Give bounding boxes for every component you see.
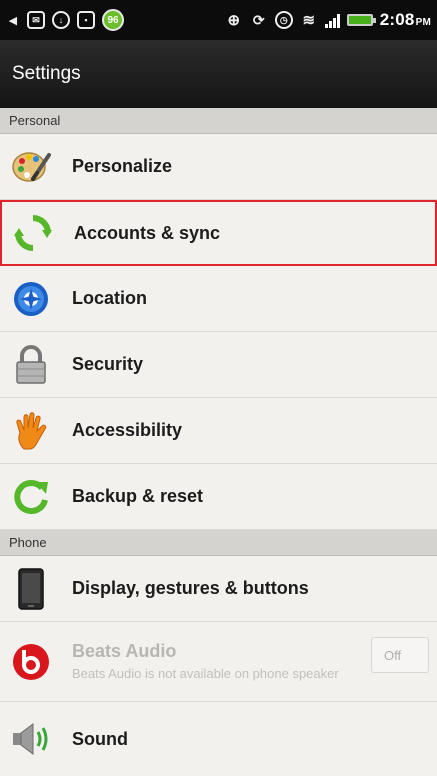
back-arrow-icon: ◂	[9, 12, 17, 29]
wifi-icon: ≋	[302, 12, 316, 29]
section-label: Personal	[9, 113, 61, 128]
status-bar: ◂ ✉ ↓ ▪ 96 ⊕ ⟳ ◷ ≋ 2:08PM	[0, 0, 437, 40]
hand-icon	[10, 410, 52, 452]
alarm-icon: ◷	[274, 11, 293, 29]
settings-item-label: Display, gestures & buttons	[72, 578, 309, 598]
settings-item-display[interactable]: Display, gestures & buttons	[0, 556, 437, 622]
lock-icon	[10, 344, 52, 386]
settings-item-sublabel: Beats Audio is not available on phone sp…	[72, 666, 339, 681]
settings-item-accessibility[interactable]: Accessibility	[0, 398, 437, 464]
settings-item-label: Location	[72, 288, 147, 308]
sync-status-icon: ⟳	[252, 11, 265, 28]
settings-item-label: Security	[72, 354, 144, 374]
battery-level-badge: 96	[102, 9, 124, 31]
page-title-bar: Settings	[0, 40, 437, 108]
location-globe-icon	[10, 278, 52, 320]
settings-item-label: Personalize	[72, 156, 173, 176]
download-icon: ↓	[52, 11, 70, 29]
section-header-phone: Phone	[0, 530, 437, 556]
gps-icon: ⊕	[227, 12, 241, 29]
backup-icon	[10, 476, 52, 518]
battery-icon	[346, 14, 376, 26]
settings-item-label: Sound	[72, 728, 128, 749]
settings-item-location[interactable]: Location	[0, 266, 437, 332]
message-icon: ✉	[27, 11, 45, 29]
settings-item-label: Accessibility	[72, 420, 183, 440]
settings-item-security[interactable]: Security	[0, 332, 437, 398]
beats-audio-toggle[interactable]: Off	[371, 637, 429, 673]
settings-item-label: Accounts & sync	[74, 222, 221, 243]
beats-logo-icon	[10, 641, 52, 683]
palette-icon	[10, 146, 52, 188]
speaker-icon	[10, 718, 52, 760]
settings-item-beats-audio: Beats Audio Beats Audio is not available…	[0, 622, 437, 702]
settings-item-accounts-sync[interactable]: Accounts & sync	[0, 200, 437, 266]
settings-item-label: Beats Audio	[72, 641, 177, 661]
settings-item-sound[interactable]: Sound	[0, 702, 437, 776]
clock: 2:08PM	[379, 10, 431, 29]
section-label: Phone	[9, 535, 47, 550]
settings-item-backup-reset[interactable]: Backup & reset	[0, 464, 437, 530]
settings-item-personalize[interactable]: Personalize	[0, 134, 437, 200]
phone-display-icon	[10, 567, 52, 610]
image-icon: ▪	[77, 11, 95, 29]
beats-text-group: Beats Audio Beats Audio is not available…	[72, 641, 339, 682]
settings-item-label: Backup & reset	[72, 486, 204, 506]
page-title: Settings	[12, 63, 81, 84]
section-header-personal: Personal	[0, 108, 437, 134]
sync-icon	[12, 212, 54, 254]
signal-icon	[324, 12, 340, 28]
